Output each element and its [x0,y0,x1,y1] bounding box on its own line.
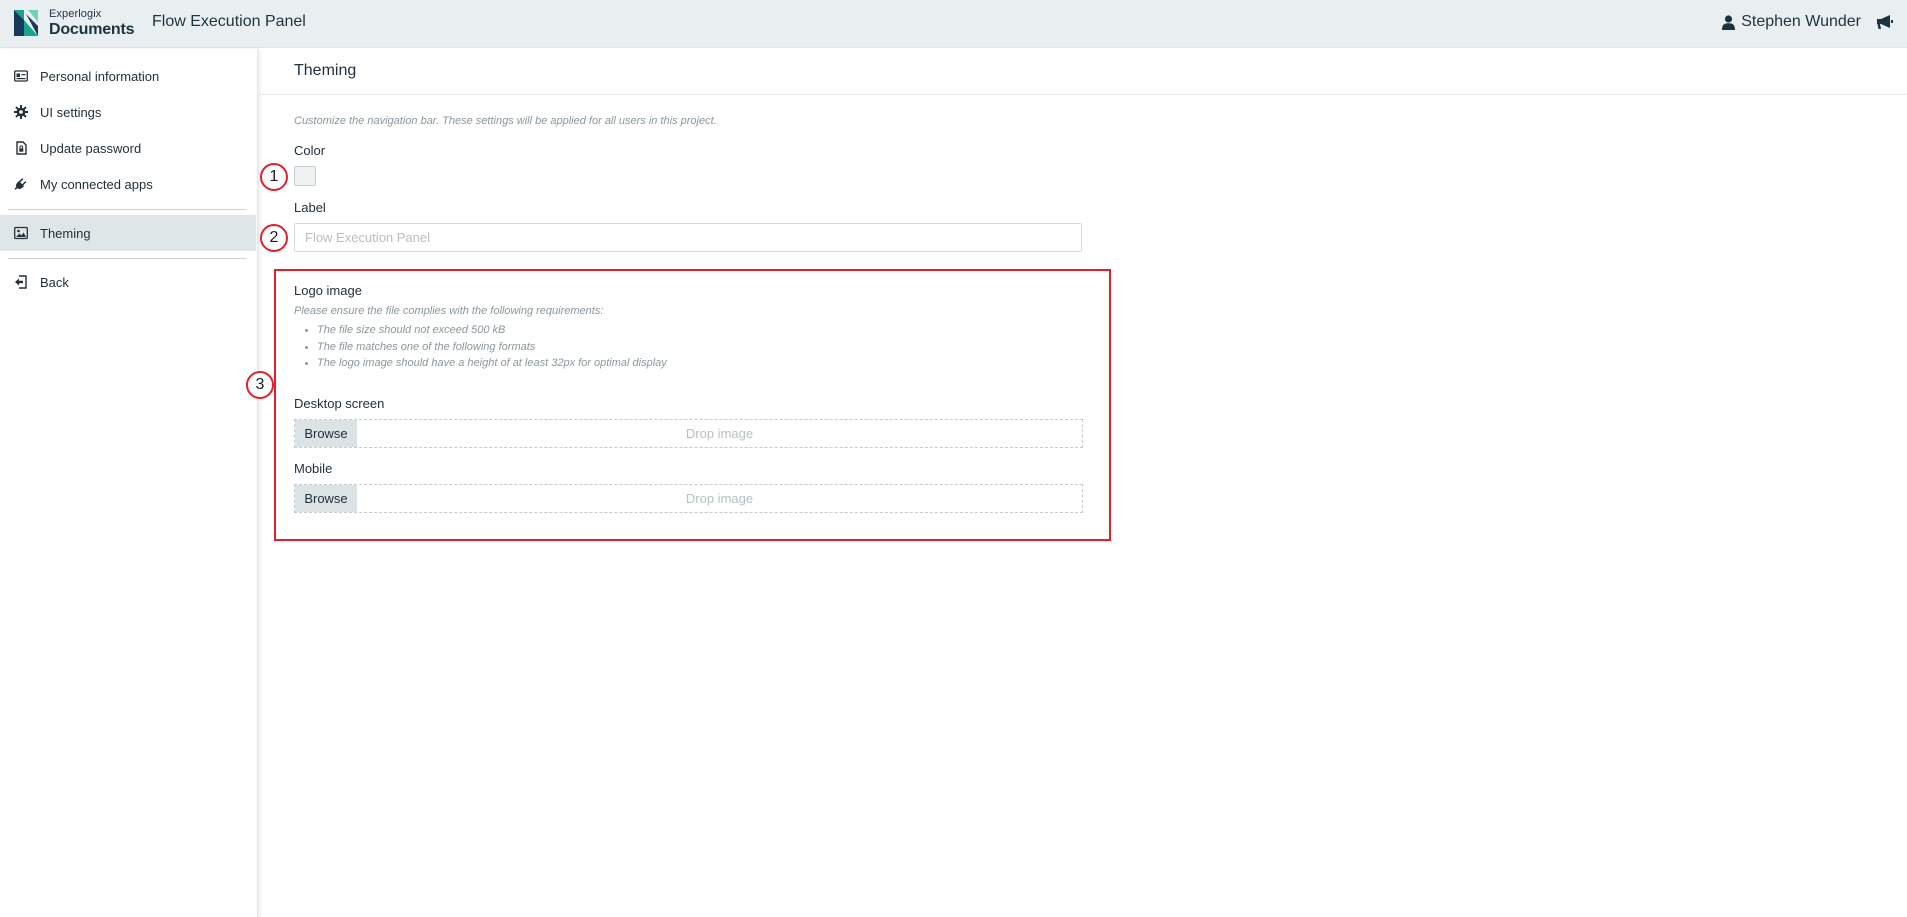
sidebar-item-personal-information[interactable]: Personal information [0,58,256,94]
sidebar-item-ui-settings[interactable]: UI settings [0,94,256,130]
mobile-label: Mobile [294,461,333,476]
id-card-icon [14,69,28,83]
sidebar: Personal information UI settings Update … [0,49,258,917]
desktop-browse-button[interactable]: Browse [295,420,357,447]
page-title: Theming [294,62,357,79]
back-icon [14,275,28,289]
annotation-marker-2: 2 [260,224,288,252]
app-title: Flow Execution Panel [152,13,306,30]
image-icon [14,226,28,240]
mobile-drop-area[interactable]: Drop image [357,485,1082,512]
desktop-image-dropzone[interactable]: Browse Drop image [294,419,1083,448]
requirements-intro: Please ensure the file complies with the… [294,305,604,317]
brand-small: Experlogix [49,8,102,20]
megaphone-icon[interactable] [1876,14,1893,30]
sidebar-item-label: Personal information [40,68,160,84]
logo-image-label: Logo image [294,283,362,298]
sidebar-item-my-connected-apps[interactable]: My connected apps [0,166,256,202]
sidebar-item-theming[interactable]: Theming [0,215,256,251]
theming-hint: Customize the navigation bar. These sett… [294,115,717,127]
label-input[interactable] [294,223,1082,252]
annotation-marker-3: 3 [246,371,274,399]
mobile-browse-button[interactable]: Browse [295,485,357,512]
lock-icon [14,141,28,155]
sidebar-divider [8,209,246,210]
requirement-item: The logo image should have a height of a… [317,355,667,372]
requirement-item: The file size should not exceed 500 kB [317,322,667,339]
sidebar-item-label: UI settings [40,104,102,120]
user-menu[interactable]: Stephen Wunder [1722,13,1861,31]
mobile-image-dropzone[interactable]: Browse Drop image [294,484,1083,513]
main-content: Theming Customize the navigation bar. Th… [259,49,1907,917]
sidebar-item-label: Update password [40,140,142,156]
user-icon [1722,14,1736,30]
top-bar: Experlogix Documents Flow Execution Pane… [0,0,1907,48]
color-label: Color [294,143,326,158]
color-picker[interactable] [294,166,316,186]
requirement-item: The file matches one of the following fo… [317,339,667,356]
brand-big: Documents [49,21,135,38]
gear-icon [14,105,28,119]
title-divider [259,94,1907,95]
sidebar-item-label: Back [40,274,69,290]
sidebar-item-back[interactable]: Back [0,264,256,300]
desktop-drop-area[interactable]: Drop image [357,420,1082,447]
label-label: Label [294,200,326,215]
sidebar-item-label: Theming [40,225,91,241]
user-name: Stephen Wunder [1741,13,1861,30]
sidebar-divider [8,258,246,259]
sidebar-item-update-password[interactable]: Update password [0,130,256,166]
brand-logo[interactable]: Experlogix Documents [49,8,135,38]
sidebar-item-label: My connected apps [40,176,153,192]
requirements-list: The file size should not exceed 500 kB T… [311,322,667,372]
plug-icon [14,177,28,191]
experlogix-logo-icon[interactable] [14,10,38,36]
annotation-marker-1: 1 [260,163,288,191]
desktop-screen-label: Desktop screen [294,396,385,411]
